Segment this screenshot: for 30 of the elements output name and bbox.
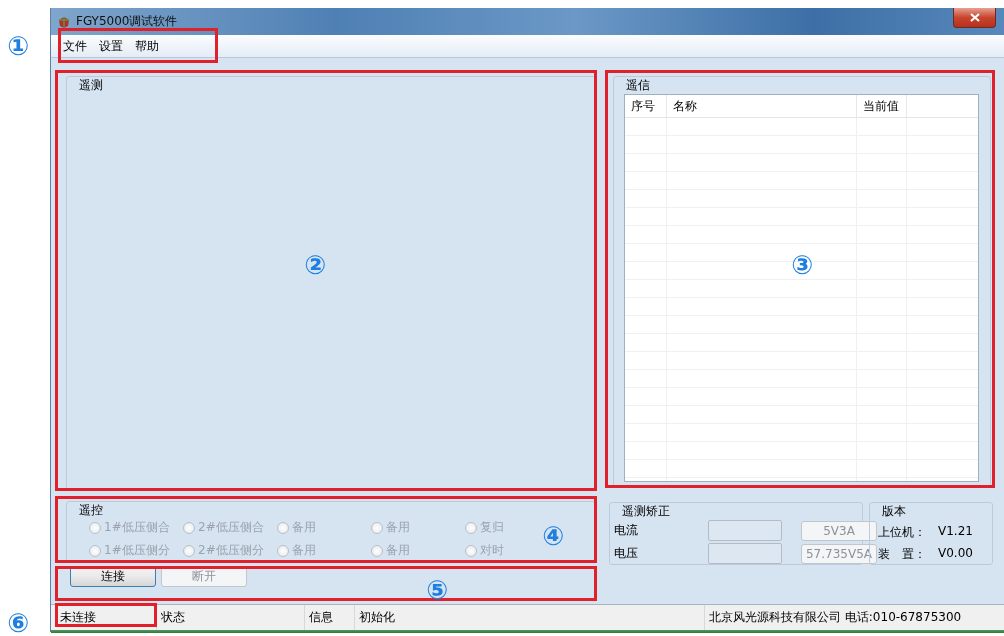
annotation-number: ② bbox=[304, 252, 326, 278]
input-field[interactable] bbox=[708, 543, 782, 564]
column-header: 名称 bbox=[667, 95, 857, 117]
group-title: 遥测 bbox=[77, 78, 105, 92]
close-icon bbox=[969, 13, 980, 22]
group-title: 遥测矫正 bbox=[620, 504, 672, 518]
close-button[interactable] bbox=[953, 8, 996, 28]
annotation-number: ③ bbox=[791, 252, 813, 278]
annotation-number: ④ bbox=[542, 523, 564, 549]
version-label: 上位机： bbox=[878, 524, 927, 541]
annotation-number: ⑥ bbox=[7, 610, 29, 636]
annotation-number: ① bbox=[7, 33, 29, 59]
input-field[interactable] bbox=[708, 520, 782, 541]
group-title: 遥控 bbox=[77, 503, 105, 517]
menu-item[interactable]: 设置 bbox=[93, 35, 129, 57]
version-label: 装 置： bbox=[878, 546, 927, 563]
window-title: FGY5000调试软件 bbox=[76, 13, 178, 30]
field-label: 电压 bbox=[614, 545, 639, 562]
menu-item[interactable]: 文件 bbox=[57, 35, 93, 57]
column-header: 当前值 bbox=[857, 95, 907, 117]
group-title: 版本 bbox=[880, 504, 908, 518]
version-value: V1.21 bbox=[938, 524, 974, 540]
column-header: 序号 bbox=[625, 95, 667, 117]
annotation-number: ⑤ bbox=[426, 577, 448, 603]
status-text: 北京风光源科技有限公司 电话:010-67875300 bbox=[708, 609, 963, 626]
group-title: 遥信 bbox=[624, 78, 652, 92]
menu-item[interactable]: 帮助 bbox=[129, 35, 165, 57]
field-label: 电流 bbox=[614, 522, 639, 539]
version-value: V0.00 bbox=[938, 546, 974, 562]
app-icon bbox=[57, 14, 71, 29]
